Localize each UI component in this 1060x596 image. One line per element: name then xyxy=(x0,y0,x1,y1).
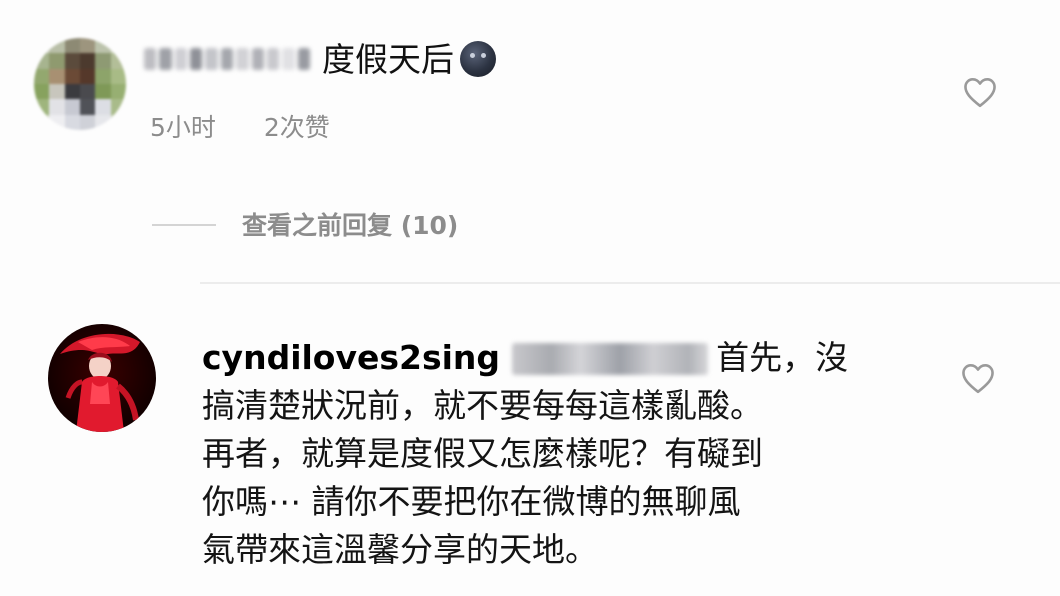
like-heart-icon[interactable] xyxy=(960,362,996,394)
replies-divider-line xyxy=(152,224,216,226)
view-previous-replies-link[interactable]: 查看之前回复 (10) xyxy=(242,206,458,242)
comment-time: 5小时 xyxy=(150,113,216,142)
reply-username[interactable]: cyndiloves2sing xyxy=(202,338,500,377)
comment-likes[interactable]: 2次赞 xyxy=(264,108,330,144)
commenter-username-blurred[interactable] xyxy=(144,44,310,74)
mention-blurred[interactable] xyxy=(512,343,709,375)
comment-body: 度假天后 xyxy=(322,40,454,79)
reply-first-line: cyndiloves2sing 首先，沒 xyxy=(202,334,942,382)
reply-text-line: 你嗎⋯ 請你不要把你在微博的無聊風 xyxy=(202,482,741,521)
reply-text-line: 再者，就算是度假又怎麼樣呢？有礙到 xyxy=(202,434,763,473)
reply-text-line: 搞清楚狀況前，就不要每每這樣亂酸。 xyxy=(202,386,763,425)
comment-meta: 5小时 2次赞 xyxy=(150,108,330,144)
commenter-avatar[interactable] xyxy=(34,38,126,130)
new-moon-face-icon xyxy=(460,41,496,77)
reply-comment: cyndiloves2sing 首先，沒 搞清楚狀況前，就不要每每這樣亂酸。 再者… xyxy=(202,334,942,574)
comment-text: 度假天后 xyxy=(322,40,496,80)
reply-text-line: 首先，沒 xyxy=(716,338,849,377)
like-heart-icon[interactable] xyxy=(962,76,998,108)
section-divider xyxy=(200,282,1060,284)
reply-text-line: 氣帶來這溫馨分享的天地。 xyxy=(202,530,598,569)
reply-author-avatar[interactable] xyxy=(48,324,156,432)
instagram-comments-screen: 度假天后 5小时 2次赞 查看之前回复 (10) cyndiloves2sing… xyxy=(0,0,1060,596)
